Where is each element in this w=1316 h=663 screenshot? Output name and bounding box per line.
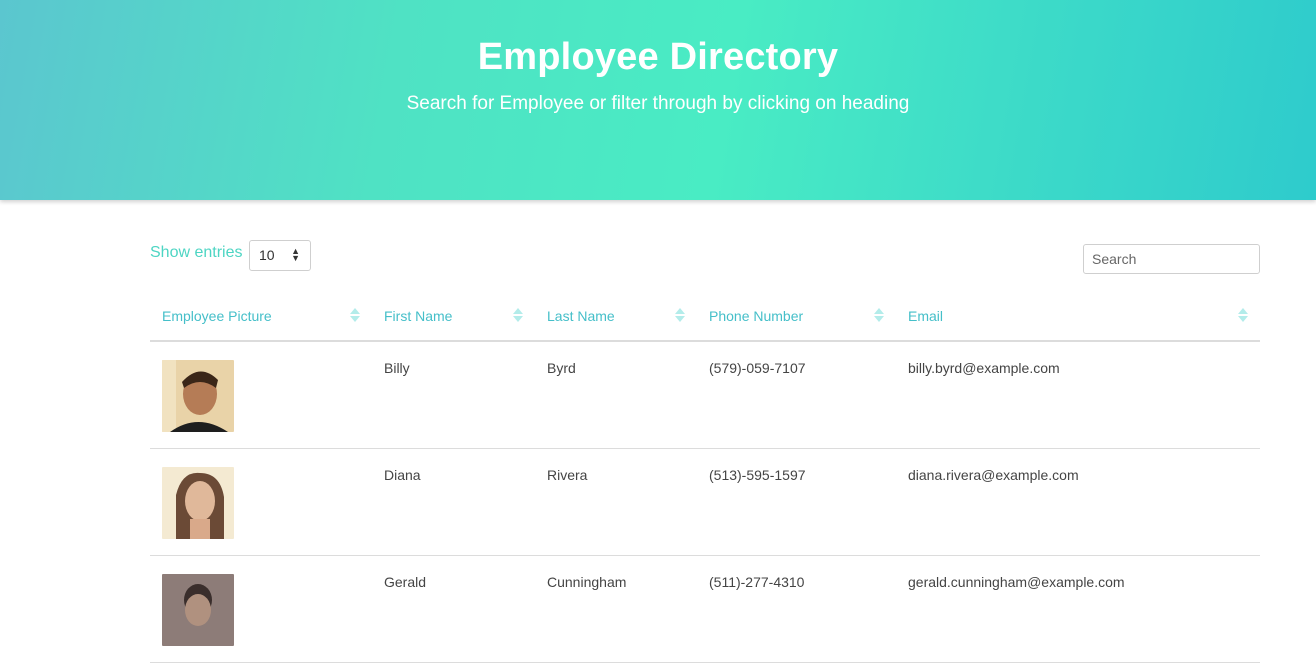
last-name-cell: Cunningham [535,555,697,663]
column-header-first-name[interactable]: First Name [372,291,535,342]
phone-cell: (511)-277-4310 [697,555,896,663]
phone-cell: (513)-595-1597 [697,448,896,556]
table-header-row: Employee Picture First Name Last Name Ph… [150,291,1260,342]
column-header-label: Employee Picture [162,307,272,324]
table-row: Diana Rivera (513)-595-1597 diana.rivera… [150,448,1260,556]
entries-select[interactable]: 10 ▲ ▼ [249,240,311,271]
select-caret-icon: ▲ ▼ [291,246,300,263]
column-header-picture[interactable]: Employee Picture [150,291,372,342]
email-cell: gerald.cunningham@example.com [896,555,1260,663]
email-cell: billy.byrd@example.com [896,341,1260,449]
page-header: Employee Directory Search for Employee o… [0,0,1316,200]
phone-cell: (579)-059-7107 [697,341,896,449]
search-input[interactable] [1083,244,1260,274]
table-controls: Show entries 10 ▲ ▼ [150,240,1260,274]
sort-icon [874,308,884,322]
picture-cell [150,448,372,556]
first-name-cell: Gerald [372,555,535,663]
column-header-label: Email [908,307,944,324]
sort-icon [675,308,685,322]
column-header-email[interactable]: Email [896,291,1260,342]
sort-icon [1238,308,1248,322]
table-row: Billy Byrd (579)-059-7107 billy.byrd@exa… [150,341,1260,449]
column-header-phone[interactable]: Phone Number [697,291,896,342]
avatar [162,467,234,539]
email-cell: diana.rivera@example.com [896,448,1260,556]
picture-cell [150,555,372,663]
first-name-cell: Diana [372,448,535,556]
column-header-last-name[interactable]: Last Name [535,291,697,342]
picture-cell [150,341,372,449]
last-name-cell: Rivera [535,448,697,556]
avatar [162,574,234,646]
page-title: Employee Directory [477,36,839,78]
first-name-cell: Billy [372,341,535,449]
page-subtitle: Search for Employee or filter through by… [406,93,910,114]
column-header-label: First Name [384,307,453,324]
table-row: Gerald Cunningham (511)-277-4310 gerald.… [150,555,1260,663]
employee-table: Employee Picture First Name Last Name Ph… [150,291,1260,663]
column-header-label: Last Name [547,307,615,324]
sort-icon [350,308,360,322]
avatar [162,360,234,432]
last-name-cell: Byrd [535,341,697,449]
column-header-label: Phone Number [709,307,804,324]
entries-select-value: 10 [259,247,275,263]
sort-icon [513,308,523,322]
show-entries-label: Show entries [150,244,243,261]
